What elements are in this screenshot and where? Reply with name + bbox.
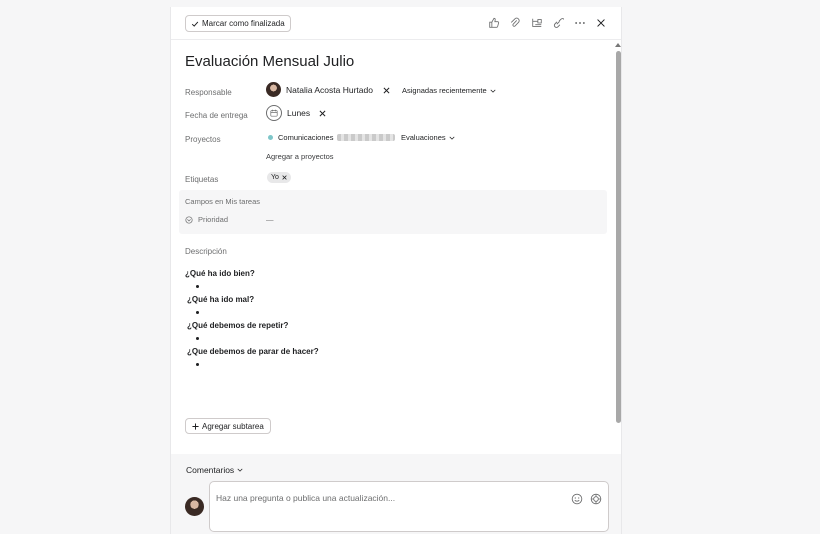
my-tasks-fields-box: Campos en Mis tareas Prioridad — (179, 190, 607, 234)
clear-due-date-icon[interactable] (319, 110, 326, 117)
avatar (266, 82, 281, 97)
link-icon[interactable] (551, 16, 565, 30)
task-toolbar: Marcar como finalizada (171, 7, 621, 40)
chevron-down-icon (449, 136, 455, 140)
sticker-icon[interactable] (590, 493, 602, 505)
due-date-label: Fecha de entrega (185, 111, 248, 120)
add-subtask-button[interactable]: Agregar subtarea (185, 418, 271, 434)
avatar (185, 497, 204, 516)
calendar-icon (266, 105, 282, 121)
description-label: Descripción (185, 247, 227, 256)
add-to-projects-link[interactable]: Agregar a proyectos (266, 152, 334, 161)
assigned-recent-dropdown[interactable]: Asignadas recientemente (402, 86, 496, 95)
project-name: Comunicaciones (278, 133, 334, 142)
plus-icon (192, 422, 199, 430)
mark-complete-button[interactable]: Marcar como finalizada (185, 15, 291, 32)
assigned-recent-label: Asignadas recientemente (402, 86, 487, 95)
description-heading: ¿Qué ha ido bien? (185, 269, 255, 278)
comment-input[interactable]: Haz una pregunta o publica una actualiza… (209, 481, 609, 532)
project-color-dot (268, 135, 273, 140)
bullet-point (196, 285, 199, 288)
subtask-icon[interactable] (530, 16, 544, 30)
priority-value[interactable]: — (266, 215, 274, 224)
close-icon[interactable] (594, 16, 608, 30)
bullet-point (196, 337, 199, 340)
scroll-up-arrow-icon[interactable] (615, 43, 621, 47)
chevron-down-icon (490, 89, 496, 93)
comments-heading: Comentarios (186, 465, 235, 475)
description-heading: ¿Qué debemos de repetir? (187, 321, 289, 330)
chevron-down-icon (237, 468, 243, 472)
comment-placeholder: Haz una pregunta o publica una actualiza… (216, 493, 396, 503)
more-icon[interactable] (573, 16, 587, 30)
redacted-text (337, 134, 396, 141)
priority-icon (185, 215, 193, 224)
assignee-label: Responsable (185, 88, 232, 97)
scrollbar-thumb[interactable] (616, 51, 621, 423)
task-detail-pane: Marcar como finalizada Evaluación Mensua… (170, 7, 622, 534)
assignee-name: Natalia Acosta Hurtado (286, 84, 373, 95)
emoji-icon[interactable] (571, 493, 583, 505)
project-section-dropdown[interactable]: Evaluaciones (401, 133, 455, 142)
priority-label: Prioridad (198, 215, 229, 224)
my-tasks-fields-heading: Campos en Mis tareas (185, 197, 261, 206)
remove-tag-icon[interactable] (282, 175, 287, 180)
tags-label: Etiquetas (185, 175, 219, 184)
mark-complete-label: Marcar como finalizada (202, 19, 285, 28)
due-date-value[interactable]: Lunes (266, 105, 310, 121)
add-subtask-label: Agregar subtarea (202, 421, 264, 431)
tag-text: Yo (271, 174, 279, 181)
bullet-point (196, 311, 199, 314)
description-heading: ¿Que debemos de parar de hacer? (187, 347, 319, 356)
due-date-text: Lunes (287, 108, 311, 118)
priority-field-label: Prioridad (185, 215, 228, 224)
check-icon (191, 21, 199, 27)
attachment-icon[interactable] (508, 16, 522, 30)
projects-label: Proyectos (185, 135, 221, 144)
bullet-point (196, 363, 199, 366)
task-title[interactable]: Evaluación Mensual Julio (185, 53, 354, 70)
assignee-value[interactable]: Natalia Acosta Hurtado (266, 82, 373, 97)
description-heading: ¿Qué ha ido mal? (187, 295, 255, 304)
project-section-name: Evaluaciones (401, 133, 446, 142)
remove-assignee-icon[interactable] (383, 87, 390, 94)
project-item[interactable]: Comunicaciones (268, 133, 396, 142)
tag-chip[interactable]: Yo (267, 172, 291, 183)
comments-toggle[interactable]: Comentarios (186, 465, 243, 475)
like-icon[interactable] (487, 16, 501, 30)
